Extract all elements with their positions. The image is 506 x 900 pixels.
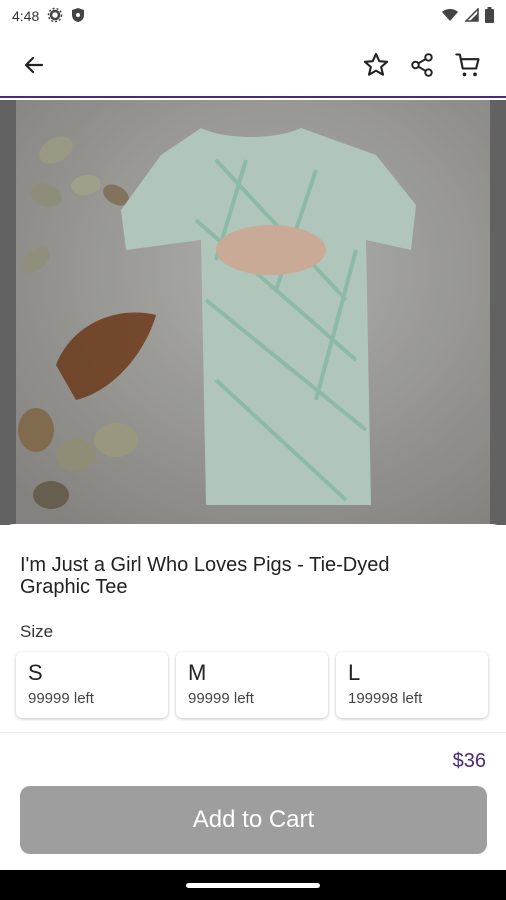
app-bar-divider	[0, 96, 506, 98]
settings-icon	[47, 7, 63, 26]
size-name: S	[28, 660, 43, 685]
image-overlay	[0, 100, 506, 525]
size-label: Size	[20, 622, 54, 641]
size-name: M	[188, 660, 207, 685]
home-handle[interactable]	[186, 883, 320, 888]
share-icon[interactable]	[402, 45, 442, 85]
size-stock: 99999 left	[188, 690, 254, 707]
star-icon[interactable]	[356, 45, 396, 85]
status-time: 4:48	[12, 8, 40, 24]
signal-icon	[464, 6, 479, 25]
size-stock: 99999 left	[28, 690, 94, 707]
shield-icon	[71, 7, 85, 26]
app-bar	[0, 32, 506, 98]
system-nav-bar	[0, 870, 506, 900]
cart-icon[interactable]	[448, 45, 488, 85]
product-sheet: I'm Just a Girl Who Loves Pigs - Tie-Dye…	[0, 524, 506, 870]
size-name: L	[348, 660, 361, 685]
wifi-icon	[441, 8, 459, 25]
product-title: I'm Just a Girl Who Loves Pigs - Tie-Dye…	[20, 554, 390, 598]
product-image[interactable]	[0, 100, 506, 525]
size-options: S 99999 left M 99999 left L 199998 left	[16, 652, 498, 718]
divider	[0, 732, 506, 733]
size-stock: 199998 left	[348, 690, 423, 707]
price: $36	[452, 750, 486, 772]
add-to-cart-button[interactable]: Add to Cart	[20, 786, 487, 854]
size-option-l[interactable]: L 199998 left	[336, 652, 488, 718]
back-arrow-icon[interactable]	[14, 45, 54, 85]
status-bar: 4:48	[0, 0, 506, 32]
size-option-m[interactable]: M 99999 left	[176, 652, 328, 718]
size-option-s[interactable]: S 99999 left	[16, 652, 168, 718]
battery-icon	[485, 6, 494, 26]
